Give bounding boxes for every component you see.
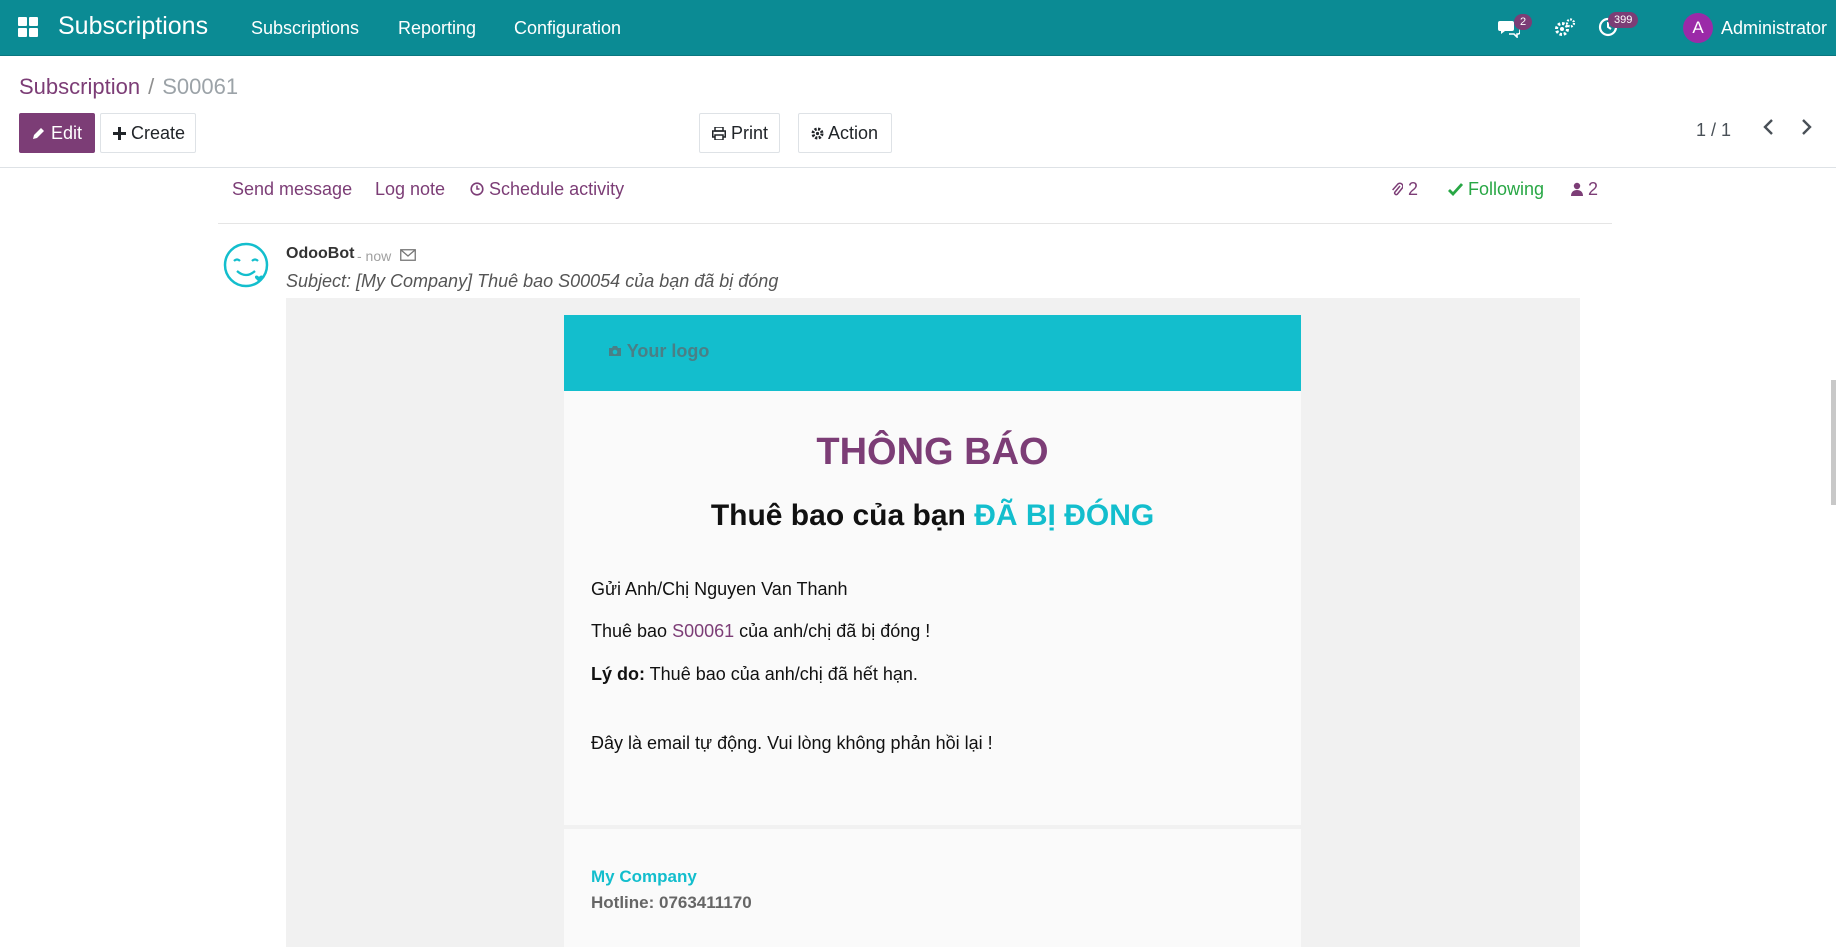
action-label: Action <box>828 123 879 143</box>
email-header: Your logo <box>564 315 1301 391</box>
settings-icon[interactable] <box>1554 17 1576 39</box>
attachments-button[interactable]: 2 <box>1391 179 1418 200</box>
attachments-count: 2 <box>1408 179 1419 199</box>
following-label: Following <box>1468 179 1545 199</box>
messages-badge: 2 <box>1514 14 1533 30</box>
breadcrumb: Subscription / S00061 <box>19 74 238 100</box>
reason-label: Lý do: <box>591 664 645 684</box>
pager-value[interactable]: 1 / 1 <box>1696 120 1731 141</box>
breadcrumb-current: S00061 <box>162 74 239 99</box>
camera-icon <box>609 346 621 356</box>
plus-icon <box>113 127 126 140</box>
message-time: - now <box>357 248 392 264</box>
user-name[interactable]: Administrator <box>1721 18 1827 39</box>
menu-reporting[interactable]: Reporting <box>398 18 476 39</box>
top-navbar: Subscriptions Subscriptions Reporting Co… <box>0 0 1836 56</box>
edit-label: Edit <box>51 123 83 143</box>
print-label: Print <box>731 123 769 143</box>
email-subscription-line: Thuê bao S00061 của anh/chị đã bị đóng ! <box>591 621 930 642</box>
email-logo: Your logo <box>608 341 709 362</box>
print-icon <box>712 126 726 141</box>
breadcrumb-separator: / <box>148 74 155 99</box>
breadcrumb-parent[interactable]: Subscription <box>19 74 140 99</box>
email-subtitle-prefix: Thuê bao của bạn <box>710 499 975 532</box>
email-footer: My Company Hotline: 0763411170 <box>564 829 1301 947</box>
message-subject: Subject: [My Company] Thuê bao S00054 củ… <box>286 271 779 291</box>
menu-subscriptions[interactable]: Subscriptions <box>251 18 359 39</box>
subscription-ref-link[interactable]: S00061 <box>672 621 734 641</box>
chatter-topbar: Send message Log note Schedule activity … <box>218 168 1612 224</box>
create-button[interactable]: Create <box>100 113 196 153</box>
control-panel: Subscription / S00061 Edit Create Print Ac… <box>0 56 1836 168</box>
company-hotline: Hotline: 0763411170 <box>591 893 752 912</box>
logo-text: Your logo <box>626 341 710 361</box>
envelope-icon[interactable] <box>400 248 416 261</box>
gear-icon <box>811 127 824 140</box>
paperclip-icon <box>1392 182 1404 196</box>
reason-text: Thuê bao của anh/chị đã hết hạn. <box>645 664 918 684</box>
activities-badge: 399 <box>1608 12 1639 28</box>
followers-button[interactable]: 2 <box>1571 179 1598 200</box>
create-label: Create <box>131 123 186 143</box>
edit-button[interactable]: Edit <box>19 113 95 153</box>
print-button[interactable]: Print <box>699 113 780 153</box>
email-title: THÔNG BÁO <box>816 431 1049 473</box>
message-author[interactable]: OdooBot <box>286 245 354 263</box>
menu-configuration[interactable]: Configuration <box>514 18 621 39</box>
user-avatar[interactable]: A <box>1683 13 1713 43</box>
line-prefix: Thuê bao <box>591 621 673 641</box>
company-name: My Company <box>591 867 697 886</box>
app-brand[interactable]: Subscriptions <box>58 12 208 41</box>
schedule-activity-button[interactable]: Schedule activity <box>470 179 624 200</box>
check-icon <box>1448 183 1464 197</box>
email-reason-line: Lý do: Thuê bao của anh/chị đã hết hạn. <box>591 664 918 685</box>
email-auto-note: Đây là email tự động. Vui lòng không phả… <box>591 733 993 753</box>
apps-icon[interactable] <box>18 17 40 39</box>
email-subtitle-highlight: ĐÃ BỊ ĐÓNG <box>974 499 1155 532</box>
clock-icon <box>470 182 484 196</box>
scrollbar-thumb[interactable] <box>1831 380 1836 505</box>
following-button[interactable]: Following <box>1448 179 1544 200</box>
followers-count: 2 <box>1588 179 1599 199</box>
action-button[interactable]: Action <box>798 113 892 153</box>
chevron-left-icon[interactable] <box>1762 116 1776 142</box>
line-suffix: của anh/chị đã bị đóng ! <box>734 621 931 641</box>
odoobot-avatar[interactable] <box>222 241 270 289</box>
email-content-card: THÔNG BÁO Thuê bao của bạn ĐÃ BỊ ĐÓNG Gử… <box>564 391 1301 825</box>
pencil-icon <box>33 128 44 139</box>
user-icon <box>1571 182 1583 196</box>
schedule-activity-label: Schedule activity <box>489 179 625 199</box>
email-greeting: Gửi Anh/Chị Nguyen Van Thanh <box>591 579 848 599</box>
send-message-button[interactable]: Send message <box>232 179 352 200</box>
email-subtitle: Thuê bao của bạn ĐÃ BỊ ĐÓNG <box>564 499 1301 533</box>
chevron-right-icon[interactable] <box>1799 116 1813 142</box>
log-note-button[interactable]: Log note <box>375 179 445 200</box>
